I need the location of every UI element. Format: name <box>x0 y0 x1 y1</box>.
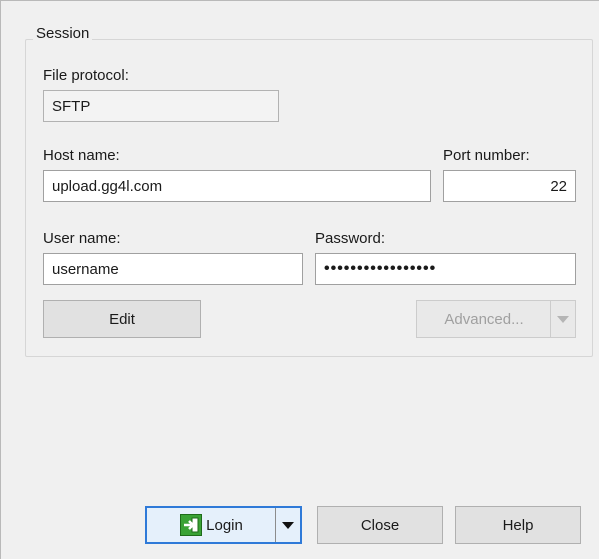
file-protocol-value: SFTP <box>52 97 91 115</box>
user-name-value: username <box>52 260 119 278</box>
host-name-input[interactable]: upload.gg4l.com <box>43 170 431 202</box>
port-number-label: Port number: <box>443 147 530 164</box>
session-group-title: Session <box>33 25 93 42</box>
password-value: ••••••••••••••••• <box>324 260 437 277</box>
login-button[interactable]: Login <box>145 506 302 544</box>
user-name-input[interactable]: username <box>43 253 303 285</box>
close-button[interactable]: Close <box>317 506 443 544</box>
edit-button-label: Edit <box>109 310 135 328</box>
password-label: Password: <box>315 230 386 247</box>
chevron-down-icon <box>557 315 569 323</box>
help-button-label: Help <box>502 516 534 534</box>
chevron-down-icon <box>282 521 294 529</box>
edit-button[interactable]: Edit <box>43 300 201 338</box>
host-name-label: Host name: <box>43 147 120 164</box>
login-dialog: Session File protocol: SFTP Host name: u… <box>0 0 599 559</box>
port-number-value: 22 <box>550 177 567 195</box>
close-button-label: Close <box>360 516 400 534</box>
password-input[interactable]: ••••••••••••••••• <box>315 253 576 285</box>
help-button[interactable]: Help <box>455 506 581 544</box>
login-arrow-icon <box>180 514 203 536</box>
file-protocol-field[interactable]: SFTP <box>43 90 279 122</box>
login-dropdown-arrow[interactable] <box>275 508 300 542</box>
host-name-value: upload.gg4l.com <box>52 177 163 195</box>
advanced-button[interactable]: Advanced... <box>416 300 576 338</box>
user-name-label: User name: <box>43 230 121 247</box>
advanced-button-label: Advanced... <box>444 310 524 328</box>
file-protocol-label: File protocol: <box>43 67 129 84</box>
advanced-dropdown-arrow[interactable] <box>550 301 575 337</box>
port-number-input[interactable]: 22 <box>443 170 576 202</box>
login-button-label: Login <box>206 516 243 534</box>
